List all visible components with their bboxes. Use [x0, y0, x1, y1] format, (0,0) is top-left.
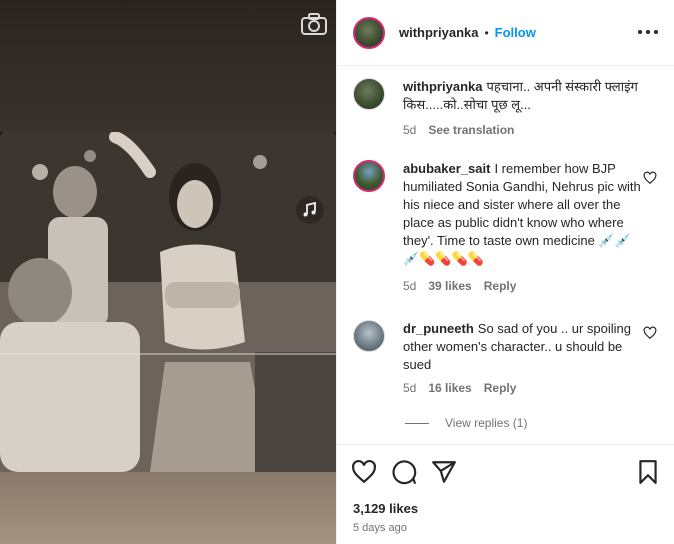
audio-icon[interactable]	[296, 196, 324, 224]
likes-count[interactable]: 3,129 likes	[353, 501, 418, 516]
comment-likes[interactable]: 16 likes	[428, 381, 471, 395]
post-media	[0, 0, 336, 544]
view-replies-label: View replies (1)	[445, 416, 528, 430]
comment-username[interactable]: dr_puneeth	[403, 321, 474, 336]
caption-avatar[interactable]	[353, 78, 385, 110]
caption-body: withpriyanka पहचाना.. अपनी संस्कारी फ्लाइ…	[403, 78, 643, 114]
comment-username[interactable]: abubaker_sait	[403, 161, 490, 176]
follow-button[interactable]: Follow	[495, 25, 536, 40]
comment-like-icon[interactable]	[643, 326, 657, 340]
caption-meta: 5d See translation	[403, 123, 514, 137]
separator-dot: •	[484, 25, 489, 40]
reply-button[interactable]: Reply	[484, 381, 517, 395]
view-replies-button[interactable]: View replies (1)	[405, 416, 527, 430]
comment-avatar[interactable]	[353, 320, 385, 352]
comment-meta: 5d 39 likes Reply	[403, 279, 516, 293]
more-options-icon[interactable]	[636, 22, 660, 42]
comment-text: I remember how BJP humiliated Sonia Gand…	[403, 161, 641, 266]
reply-button[interactable]: Reply	[484, 279, 517, 293]
author-username[interactable]: withpriyanka	[399, 25, 478, 40]
comment-body: dr_puneeth So sad of you .. ur spoiling o…	[403, 320, 643, 374]
action-bar: 3,129 likes 5 days ago	[337, 444, 674, 544]
heart-icon[interactable]	[351, 459, 377, 485]
caption: withpriyanka पहचाना.. अपनी संस्कारी फ्लाइ…	[353, 78, 643, 114]
comments-section: withpriyanka पहचाना.. अपनी संस्कारी फ्लाइ…	[337, 66, 674, 444]
comment-item: abubaker_sait I remember how BJP humiliat…	[353, 160, 643, 268]
caption-username[interactable]: withpriyanka	[403, 79, 482, 94]
replies-divider	[405, 422, 429, 424]
post-header: withpriyanka • Follow	[337, 0, 674, 66]
comment-likes[interactable]: 39 likes	[428, 279, 471, 293]
see-translation-button[interactable]: See translation	[428, 123, 514, 137]
bookmark-icon[interactable]	[635, 459, 661, 485]
post-panel: withpriyanka • Follow withpriyanka पहचाना…	[336, 0, 674, 544]
share-icon[interactable]	[431, 459, 457, 485]
camera-icon[interactable]	[300, 12, 328, 36]
comment-body: abubaker_sait I remember how BJP humiliat…	[403, 160, 643, 268]
media-top-backdrop	[0, 0, 336, 132]
author-avatar[interactable]	[353, 16, 385, 49]
comment-age: 5d	[403, 279, 417, 293]
comment-age: 5d	[403, 381, 417, 395]
caption-age: 5d	[403, 123, 417, 137]
comment-item: dr_puneeth So sad of you .. ur spoiling o…	[353, 320, 643, 374]
comment-avatar[interactable]	[353, 160, 385, 192]
comment-like-icon[interactable]	[643, 171, 657, 185]
comment-icon[interactable]	[391, 459, 417, 485]
media-bottom-backdrop	[0, 472, 336, 544]
post-time: 5 days ago	[353, 522, 407, 534]
post-photo[interactable]	[0, 132, 336, 472]
comment-meta: 5d 16 likes Reply	[403, 381, 516, 395]
